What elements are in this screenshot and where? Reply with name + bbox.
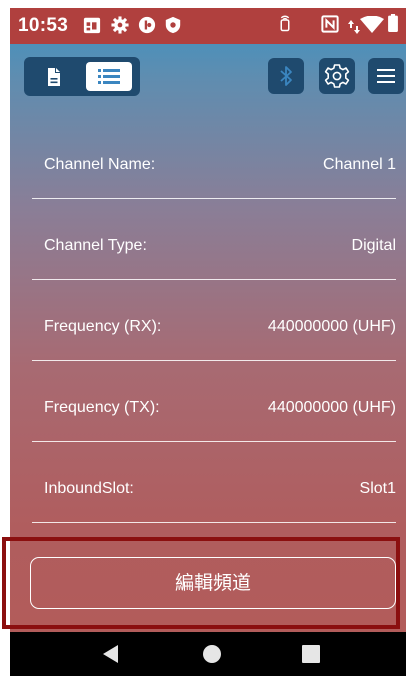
lastpass-icon	[138, 16, 156, 34]
bluetooth-icon	[280, 66, 292, 86]
calendar-app-icon	[83, 17, 101, 34]
status-bar: 10:53	[10, 8, 406, 44]
row-value: Slot1	[359, 480, 396, 497]
row-label: Frequency (TX):	[44, 399, 160, 416]
back-icon[interactable]	[100, 644, 120, 664]
channel-type-row: Channel Type: Digital	[32, 199, 396, 280]
battery-icon	[388, 14, 398, 32]
row-label: Channel Name:	[44, 156, 156, 173]
view-toggle	[24, 57, 140, 96]
phone-screen: 10:53 Channel Name: Channel 1 Channel Ty…	[10, 8, 406, 676]
nfc-tap-icon	[280, 15, 290, 32]
channel-name-row: Channel Name: Channel 1	[32, 118, 396, 199]
row-label: Channel Type:	[44, 237, 147, 254]
settings-icon	[324, 64, 350, 88]
navigation-bar	[10, 632, 406, 676]
settings-button[interactable]	[319, 58, 355, 94]
frequency-tx-row: Frequency (TX): 440000000 (UHF)	[32, 361, 396, 442]
wifi-icon	[360, 16, 384, 33]
document-view-button[interactable]	[32, 62, 76, 91]
row-value: Channel 1	[323, 156, 396, 173]
row-value: 440000000 (UHF)	[267, 318, 396, 335]
list-view-icon	[98, 69, 120, 84]
row-label: InboundSlot:	[44, 480, 134, 497]
row-label: Frequency (RX):	[44, 318, 162, 335]
shield-icon	[165, 16, 181, 34]
menu-button[interactable]	[368, 58, 404, 94]
status-time: 10:53	[18, 15, 69, 36]
recents-icon[interactable]	[302, 645, 320, 663]
settings-gear-icon	[111, 16, 129, 34]
edit-channel-button[interactable]: 編輯頻道	[30, 557, 396, 609]
list-view-button[interactable]	[86, 62, 132, 91]
row-value: 440000000 (UHF)	[267, 399, 396, 416]
inbound-slot-row: InboundSlot: Slot1	[32, 442, 396, 523]
menu-icon	[377, 69, 395, 83]
document-view-icon	[48, 68, 60, 86]
row-value: Digital	[351, 237, 396, 254]
data-arrows-icon	[348, 20, 360, 34]
bluetooth-button[interactable]	[268, 58, 304, 94]
home-icon[interactable]	[202, 644, 222, 664]
frequency-rx-row: Frequency (RX): 440000000 (UHF)	[32, 280, 396, 361]
edit-button-area: 編輯頻道	[10, 540, 406, 632]
nfc-n-icon	[321, 15, 339, 33]
channel-info-list: Channel Name: Channel 1 Channel Type: Di…	[32, 118, 396, 523]
